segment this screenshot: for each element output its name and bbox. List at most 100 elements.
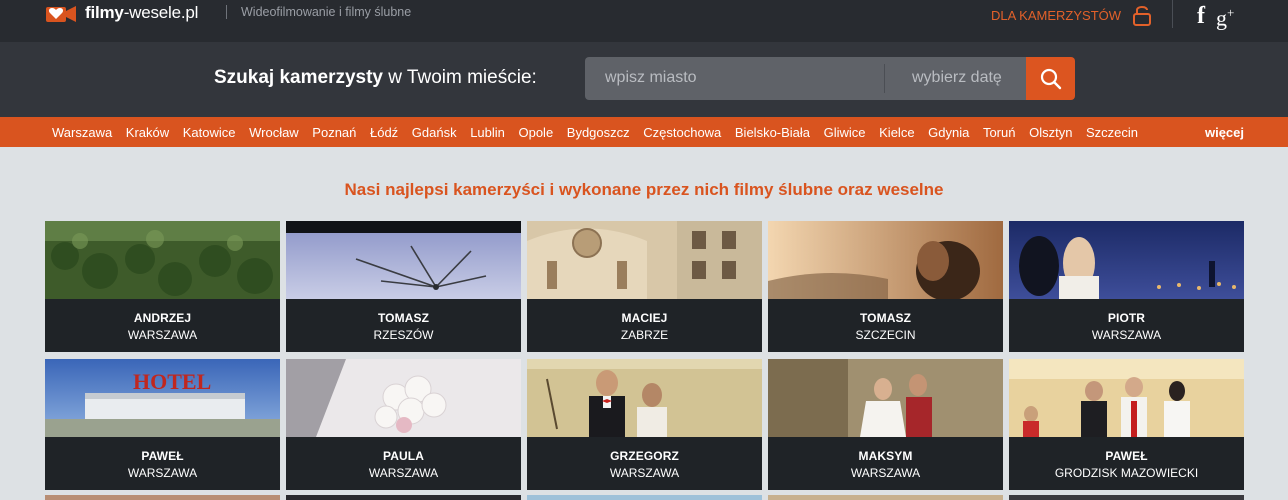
videographer-name: MAKSYM [858, 449, 913, 463]
city-link[interactable]: Kielce [879, 125, 914, 140]
search-button[interactable] [1026, 57, 1075, 100]
next-card-thumbnail[interactable] [286, 495, 521, 500]
logo-text-bold: filmy [85, 3, 124, 22]
lock-icon [1133, 6, 1152, 26]
video-thumbnail: HOTEL [45, 359, 280, 437]
city-link[interactable]: Wrocław [249, 125, 299, 140]
videographer-name: TOMASZ [859, 311, 912, 325]
city-link[interactable]: Gdańsk [412, 125, 457, 140]
city-link[interactable]: Poznań [312, 125, 356, 140]
video-thumbnail [527, 221, 762, 299]
next-card-thumbnail[interactable] [527, 495, 762, 500]
city-link[interactable]: Olsztyn [1029, 125, 1072, 140]
video-thumbnail [768, 221, 1003, 299]
video-thumbnail [1009, 221, 1244, 299]
social-links: f g+ [1197, 1, 1234, 30]
search-field-divider [884, 64, 885, 93]
videographer-name: PIOTR [1107, 311, 1146, 325]
city-link[interactable]: Bydgoszcz [567, 125, 630, 140]
hotel-sign: HOTEL [133, 369, 211, 394]
card-info: GRZEGORZ WARSZAWA [527, 437, 762, 490]
search-label-bold: Szukaj kamerzysty [214, 67, 383, 88]
card-info: PIOTR WARSZAWA [1009, 299, 1244, 352]
videographer-city: GRODZISK MAZOWIECKI [1054, 466, 1199, 480]
logo-text: filmy-wesele.pl [85, 3, 198, 23]
header-divider [226, 5, 227, 19]
videographer-card[interactable]: ANDRZEJ WARSZAWA [45, 221, 280, 352]
video-thumbnail [527, 359, 762, 437]
city-link[interactable]: Toruń [983, 125, 1016, 140]
site-tagline: Wideofilmowanie i filmy ślubne [241, 5, 412, 19]
city-link[interactable]: Bielsko-Biała [735, 125, 810, 140]
city-link[interactable]: Warszawa [52, 125, 112, 140]
next-card-thumbnail[interactable] [1009, 495, 1244, 500]
card-info: MAKSYM WARSZAWA [768, 437, 1003, 490]
city-nav: Warszawa Kraków Katowice Wrocław Poznań Łódź G… [0, 117, 1288, 147]
google-plus-icon[interactable]: g+ [1216, 1, 1234, 30]
camera-heart-icon [46, 6, 76, 22]
next-card-thumbnail[interactable] [45, 495, 280, 500]
videographer-card[interactable]: HOTEL PAWEŁ WARSZAWA [45, 359, 280, 490]
social-divider [1172, 0, 1173, 28]
search-bar: Szukaj kamerzysty w Twoim mieście: wpisz… [0, 42, 1288, 117]
city-link[interactable]: Gdynia [928, 125, 969, 140]
video-thumbnail [286, 359, 521, 437]
city-link[interactable]: Częstochowa [643, 125, 721, 140]
city-input[interactable]: wpisz miasto [605, 69, 697, 87]
videographer-card[interactable]: MACIEJ ZABRZE [527, 221, 762, 352]
camera-operators-label: DLA KAMERZYSTÓW [991, 7, 1122, 23]
logo-text-rest: -wesele.pl [123, 3, 199, 22]
next-card-thumbnail[interactable] [768, 495, 1003, 500]
camera-operators-link[interactable]: DLA KAMERZYSTÓW [991, 4, 1153, 26]
video-thumbnail [286, 221, 521, 299]
videographer-name: PAWEŁ [1105, 449, 1148, 463]
videographer-city: WARSZAWA [609, 466, 680, 480]
videographer-city: RZESZÓW [373, 328, 434, 342]
facebook-icon[interactable]: f [1197, 4, 1205, 28]
card-info: PAULA WARSZAWA [286, 437, 521, 490]
videographer-city: SZCZECIN [855, 328, 916, 342]
videographer-name: MACIEJ [621, 311, 668, 325]
videographer-card[interactable]: GRZEGORZ WARSZAWA [527, 359, 762, 490]
videographer-card[interactable]: MAKSYM WARSZAWA [768, 359, 1003, 490]
city-list: Warszawa Kraków Katowice Wrocław Poznań Łódź G… [45, 117, 1145, 147]
videographer-city: WARSZAWA [368, 466, 439, 480]
card-info: PAWEŁ WARSZAWA [45, 437, 280, 490]
video-thumbnail [768, 359, 1003, 437]
city-link[interactable]: Szczecin [1086, 125, 1138, 140]
section-headline: Nasi najlepsi kamerzyści i wykonane prze… [344, 180, 944, 199]
city-link[interactable]: Katowice [183, 125, 236, 140]
videographer-city: WARSZAWA [1091, 328, 1162, 342]
search-box: wpisz miasto wybierz datę [585, 57, 1026, 100]
videographer-city: WARSZAWA [127, 328, 198, 342]
videographer-name: PAULA [383, 449, 424, 463]
videographer-card[interactable]: TOMASZ RZESZÓW [286, 221, 521, 352]
card-info: ANDRZEJ WARSZAWA [45, 299, 280, 352]
date-input[interactable]: wybierz datę [912, 69, 1002, 87]
search-icon [1040, 68, 1061, 89]
more-cities-link[interactable]: więcej [1205, 125, 1244, 140]
card-info: PAWEŁ GRODZISK MAZOWIECKI [1009, 437, 1244, 490]
videographer-card[interactable]: PAULA WARSZAWA [286, 359, 521, 490]
videographer-name: TOMASZ [377, 311, 430, 325]
city-link[interactable]: Gliwice [824, 125, 866, 140]
city-link[interactable]: Łódź [370, 125, 398, 140]
city-link[interactable]: Kraków [126, 125, 169, 140]
site-logo[interactable]: filmy-wesele.pl [46, 2, 198, 24]
city-link[interactable]: Lublin [470, 125, 505, 140]
videographer-name: ANDRZEJ [133, 311, 192, 325]
search-label: Szukaj kamerzysty w Twoim mieście: [214, 67, 537, 89]
videographer-card[interactable]: PIOTR WARSZAWA [1009, 221, 1244, 352]
card-info: TOMASZ RZESZÓW [286, 299, 521, 352]
card-info: MACIEJ ZABRZE [527, 299, 762, 352]
videographer-card[interactable]: PAWEŁ GRODZISK MAZOWIECKI [1009, 359, 1244, 490]
search-label-rest: w Twoim mieście: [383, 67, 537, 88]
city-link[interactable]: Opole [518, 125, 553, 140]
videographer-card[interactable]: TOMASZ SZCZECIN [768, 221, 1003, 352]
videographer-name: GRZEGORZ [610, 449, 679, 463]
videographer-name: PAWEŁ [141, 449, 184, 463]
videographer-city: ZABRZE [620, 328, 669, 342]
video-thumbnail [45, 221, 280, 299]
videographer-city: WARSZAWA [127, 466, 198, 480]
card-info: TOMASZ SZCZECIN [768, 299, 1003, 352]
